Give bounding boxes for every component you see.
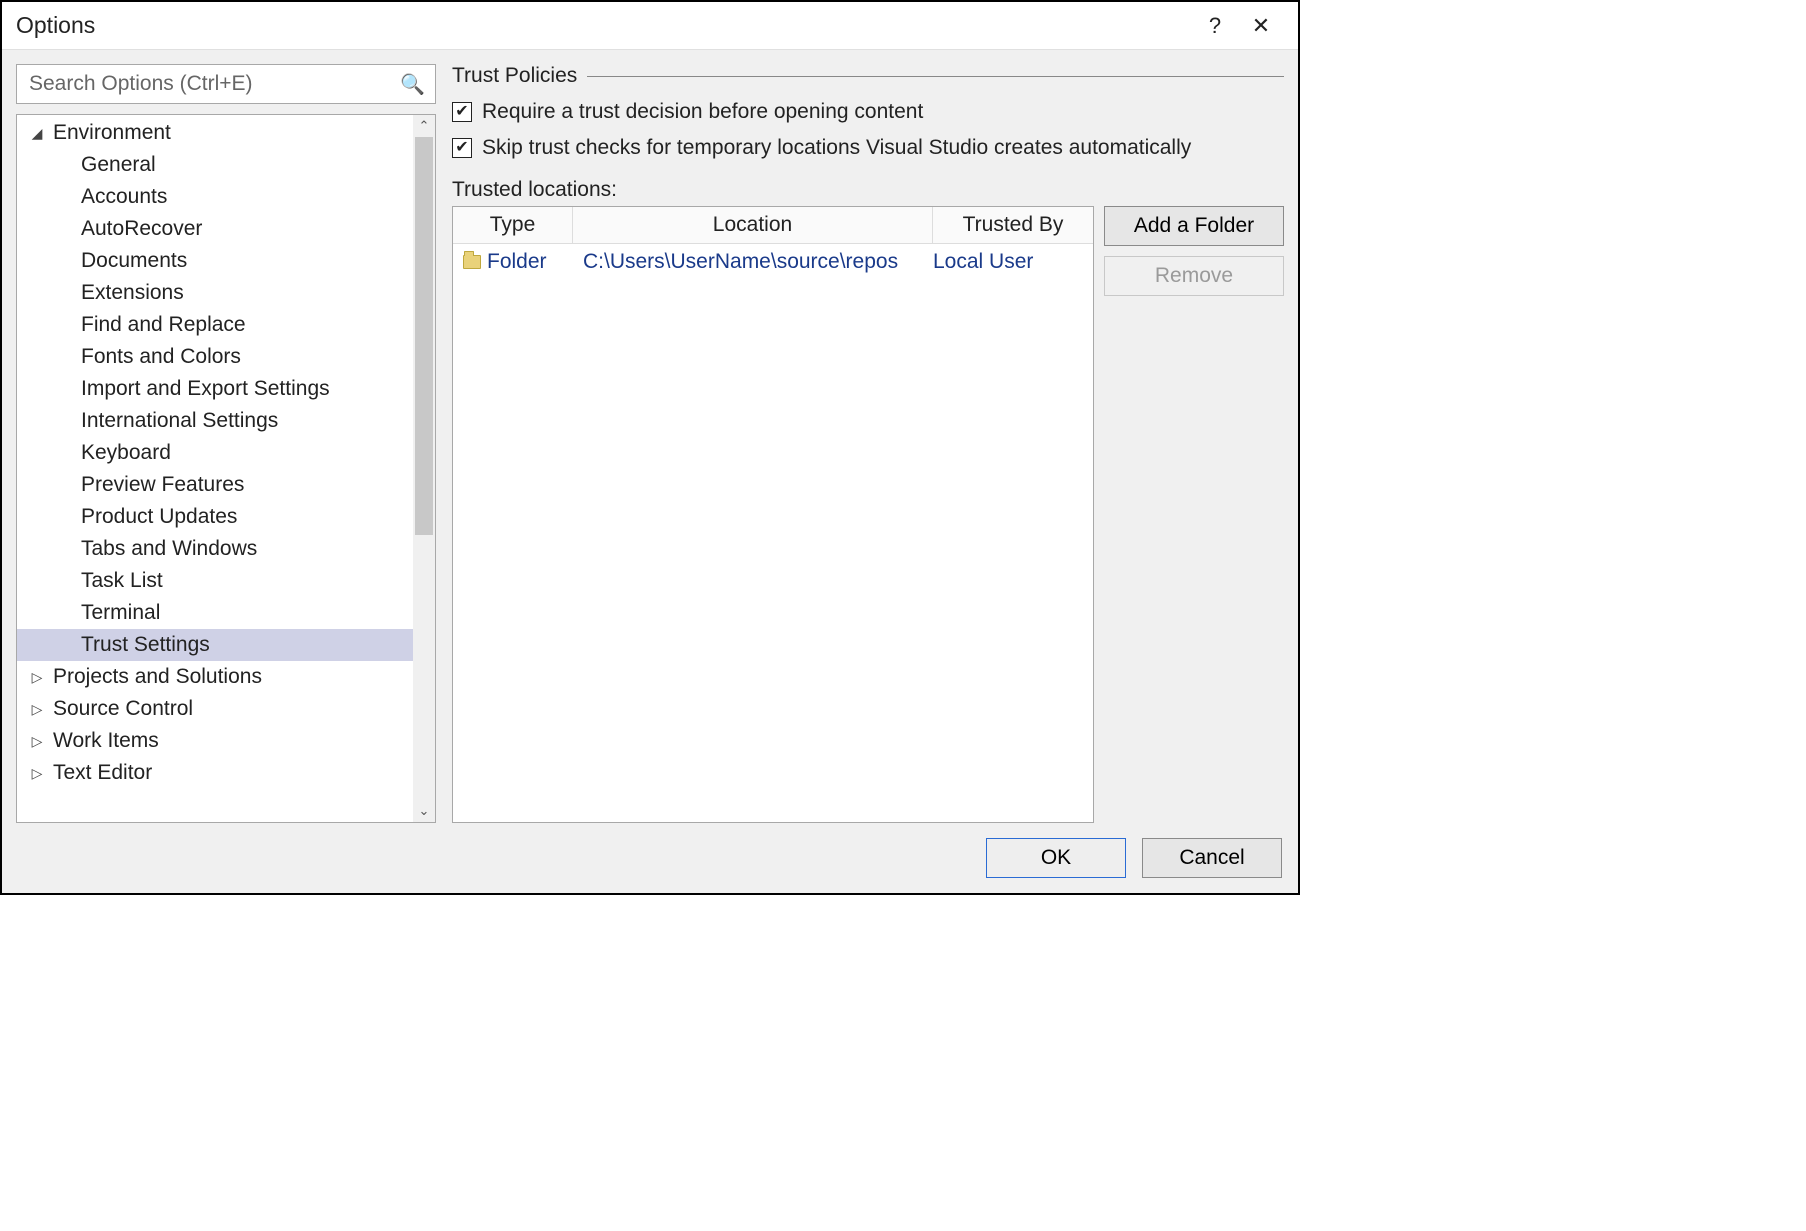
chevron-collapsed-icon: ▷ (27, 701, 47, 718)
scroll-track[interactable] (413, 137, 435, 800)
search-input[interactable] (27, 71, 400, 97)
scroll-down-icon[interactable]: ⌄ (413, 800, 435, 822)
dialog-body: 🔍 ◢ Environment General Accounts AutoRec… (2, 50, 1298, 823)
skip-trust-checkbox-row[interactable]: ✔ Skip trust checks for temporary locati… (452, 136, 1284, 160)
chevron-collapsed-icon: ▷ (27, 765, 47, 782)
tree-item-documents[interactable]: Documents (17, 245, 413, 277)
scroll-thumb[interactable] (415, 137, 433, 535)
chevron-collapsed-icon: ▷ (27, 733, 47, 750)
require-trust-checkbox-row[interactable]: ✔ Require a trust decision before openin… (452, 100, 1284, 124)
tree-node-source-control[interactable]: ▷ Source Control (17, 693, 413, 725)
group-rule (587, 76, 1284, 77)
tree-item-tabs-windows[interactable]: Tabs and Windows (17, 533, 413, 565)
search-options-box[interactable]: 🔍 (16, 64, 436, 104)
tree-item-terminal[interactable]: Terminal (17, 597, 413, 629)
dialog-footer: OK Cancel (2, 823, 1298, 893)
tree-node-environment[interactable]: ◢ Environment (17, 117, 413, 149)
trusted-locations-area: Type Location Trusted By Folder C:\Users… (452, 206, 1284, 823)
tree-item-international[interactable]: International Settings (17, 405, 413, 437)
cell-location: C:\Users\UserName\source\repos (573, 250, 933, 274)
checkbox-checked-icon[interactable]: ✔ (452, 138, 472, 158)
search-icon: 🔍 (400, 72, 425, 97)
options-tree: ◢ Environment General Accounts AutoRecov… (16, 114, 436, 823)
chevron-expanded-icon: ◢ (27, 125, 47, 142)
col-type[interactable]: Type (453, 207, 573, 243)
close-icon: ✕ (1252, 13, 1270, 39)
remove-button: Remove (1104, 256, 1284, 296)
tree-item-general[interactable]: General (17, 149, 413, 181)
tree-item-extensions[interactable]: Extensions (17, 277, 413, 309)
grid-body: Folder C:\Users\UserName\source\repos Lo… (453, 244, 1093, 822)
tree-node-text-editor[interactable]: ▷ Text Editor (17, 757, 413, 789)
cell-type: Folder (463, 250, 573, 274)
require-trust-label: Require a trust decision before opening … (482, 100, 923, 124)
left-panel: 🔍 ◢ Environment General Accounts AutoRec… (16, 64, 436, 823)
tree-item-task-list[interactable]: Task List (17, 565, 413, 597)
tree-item-product-updates[interactable]: Product Updates (17, 501, 413, 533)
tree-viewport: ◢ Environment General Accounts AutoRecov… (17, 115, 413, 822)
cancel-button[interactable]: Cancel (1142, 838, 1282, 878)
scroll-up-icon[interactable]: ⌃ (413, 115, 435, 137)
tree-item-trust-settings[interactable]: Trust Settings (17, 629, 413, 661)
add-folder-button[interactable]: Add a Folder (1104, 206, 1284, 246)
col-location[interactable]: Location (573, 207, 933, 243)
tree-item-preview-features[interactable]: Preview Features (17, 469, 413, 501)
trusted-locations-grid[interactable]: Type Location Trusted By Folder C:\Users… (452, 206, 1094, 823)
chevron-collapsed-icon: ▷ (27, 669, 47, 686)
tree-item-autorecover[interactable]: AutoRecover (17, 213, 413, 245)
help-button[interactable]: ? (1192, 3, 1238, 49)
titlebar: Options ? ✕ (2, 2, 1298, 50)
checkbox-checked-icon[interactable]: ✔ (452, 102, 472, 122)
close-button[interactable]: ✕ (1238, 3, 1284, 49)
tree-item-import-export[interactable]: Import and Export Settings (17, 373, 413, 405)
skip-trust-label: Skip trust checks for temporary location… (482, 136, 1191, 160)
options-dialog: Options ? ✕ 🔍 ◢ Environment General Acco… (0, 0, 1300, 895)
table-row[interactable]: Folder C:\Users\UserName\source\repos Lo… (453, 244, 1093, 280)
tree-scrollbar[interactable]: ⌃ ⌄ (413, 115, 435, 822)
tree-item-accounts[interactable]: Accounts (17, 181, 413, 213)
grid-header: Type Location Trusted By (453, 207, 1093, 244)
tree-node-projects-solutions[interactable]: ▷ Projects and Solutions (17, 661, 413, 693)
tree-item-fonts-colors[interactable]: Fonts and Colors (17, 341, 413, 373)
location-buttons: Add a Folder Remove (1104, 206, 1284, 823)
settings-panel: Trust Policies ✔ Require a trust decisio… (452, 64, 1284, 823)
col-trusted-by[interactable]: Trusted By (933, 207, 1093, 243)
folder-icon (463, 255, 481, 269)
tree-item-find-replace[interactable]: Find and Replace (17, 309, 413, 341)
tree-item-keyboard[interactable]: Keyboard (17, 437, 413, 469)
group-title: Trust Policies (452, 64, 577, 88)
tree-node-work-items[interactable]: ▷ Work Items (17, 725, 413, 757)
trusted-locations-label: Trusted locations: (452, 178, 1284, 202)
ok-button[interactable]: OK (986, 838, 1126, 878)
group-header: Trust Policies (452, 64, 1284, 88)
tree-label: Environment (47, 121, 171, 145)
window-title: Options (16, 12, 1192, 39)
help-icon: ? (1209, 13, 1221, 39)
cell-trusted-by: Local User (933, 250, 1083, 274)
